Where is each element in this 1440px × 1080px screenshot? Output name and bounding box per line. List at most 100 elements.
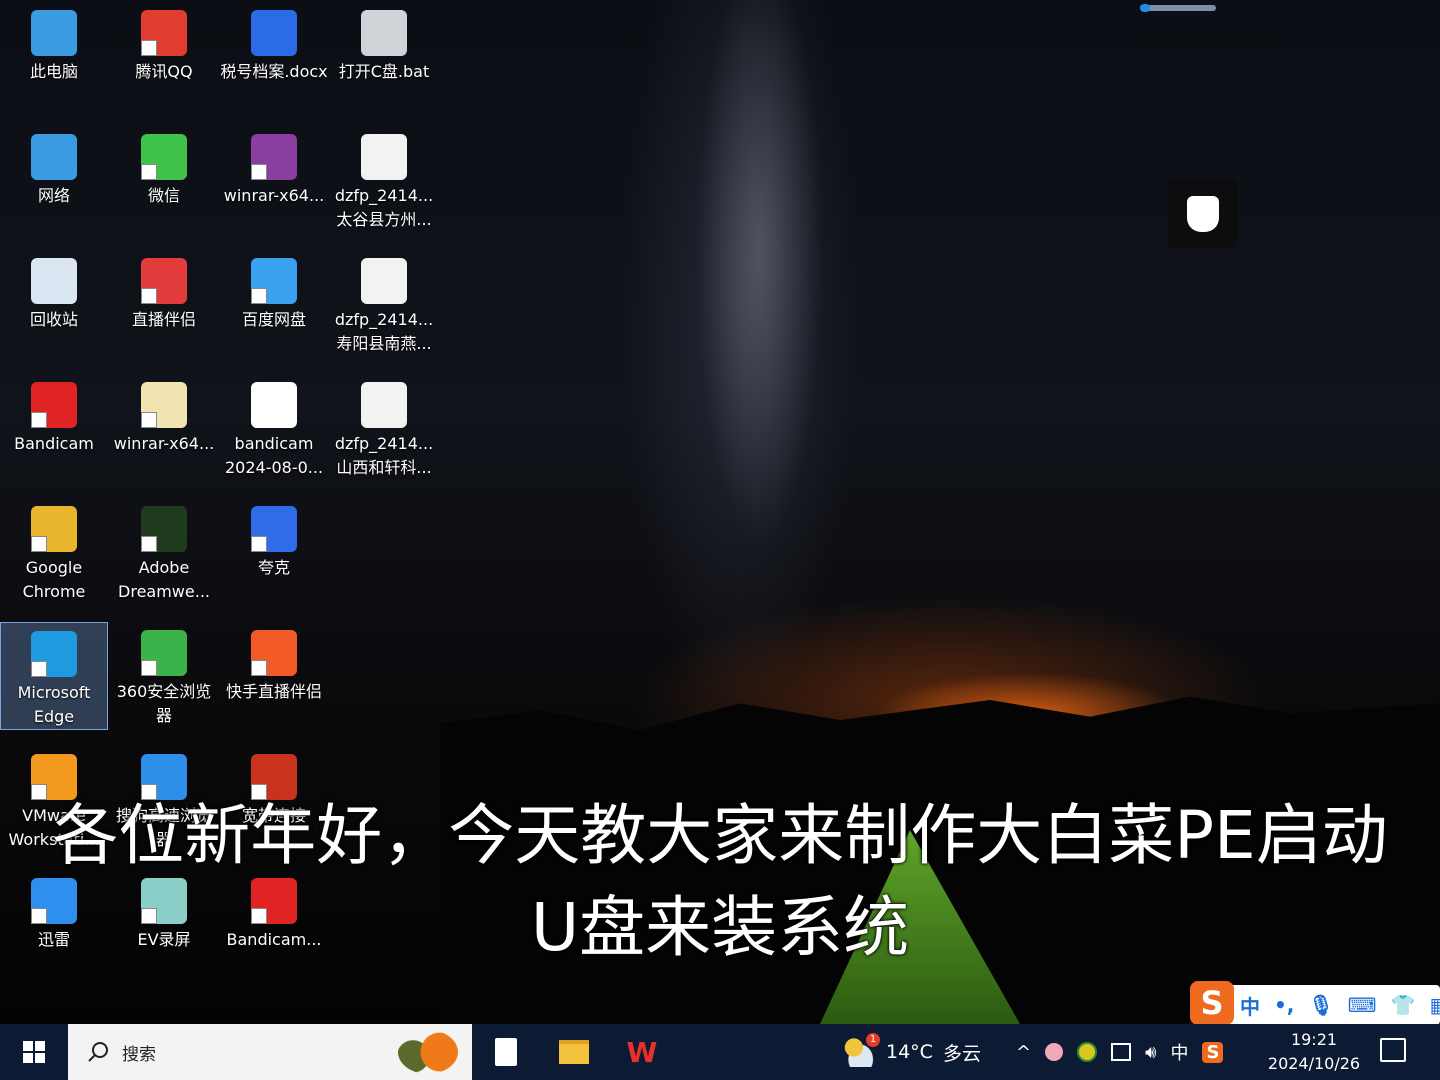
app-icon [361,258,407,304]
desktop-icon-label: 直播伴侣 [131,310,196,329]
sogou-logo-icon[interactable]: S [1190,981,1234,1024]
desktop-icon-label: Adobe Dreamwe... [118,558,210,601]
desktop-icon-label: dzfp_2414...太谷县方州... [334,186,434,229]
desktop-icon[interactable]: 回收站 [0,250,108,332]
desktop-icon[interactable]: 腾讯QQ [110,2,218,84]
clock-date: 2024/10/26 [1267,1054,1361,1073]
desktop-icon[interactable]: 直播伴侣 [110,250,218,332]
volume-slider[interactable] [1140,4,1216,12]
desktop-icon-label: 360安全浏览器 [116,682,212,725]
taskbar: 搜索 W 1 14°C 多云 ^ 🔊︎ 中 S 19:21 2024/10/26 [0,1024,1440,1080]
desktop-icon[interactable]: winrar-x64... [220,126,328,208]
app-icon [251,258,297,304]
app-icon [31,506,77,552]
app-icon [251,134,297,180]
desktop-icon-label: winrar-x64... [223,186,325,205]
desktop-icon-label: bandicam 2024-08-0... [224,434,324,477]
desktop-icon-label: 此电脑 [29,62,78,81]
desktop-icon[interactable]: bandicam 2024-08-0... [220,374,328,480]
app-icon [31,134,77,180]
skin-icon[interactable]: 👕 [1391,993,1416,1017]
subtitle-line-1: 各位新年好，今天教大家来制作大白菜PE启动 [52,797,1388,874]
wps-icon: W [626,1035,658,1069]
weather-widget[interactable]: 1 14°C 多云 [842,1024,981,1080]
desktop-icon[interactable]: 打开C盘.bat [330,2,438,84]
taskbar-file-explorer[interactable] [540,1024,608,1080]
desktop-icon-label: 网络 [37,186,70,205]
search-icon [88,1042,108,1062]
desktop-icon[interactable]: Adobe Dreamwe... [110,498,218,604]
desktop-icon-label: 回收站 [29,310,78,329]
desktop-icon-label: Bandicam [14,434,94,453]
ime-mode-toggle[interactable]: 中 [1240,991,1260,1020]
desktop-icon[interactable]: 快手直播伴侣 [220,622,328,704]
ime-toolbar[interactable]: S 中 •, 🎙 ⌨ 👕 ▦ [1190,981,1440,1024]
pumpkin-doodle-icon [398,1030,458,1074]
app-icon [361,134,407,180]
desktop-icon[interactable]: 此电脑 [0,2,108,84]
mic-icon[interactable]: 🎙 [1308,993,1333,1017]
app-icon [141,10,187,56]
app-icon [251,10,297,56]
network-icon[interactable] [1111,1043,1132,1061]
apps-icon[interactable]: ▦ [1430,993,1440,1017]
start-button[interactable] [0,1024,68,1080]
file-icon [495,1038,517,1066]
desktop-icon[interactable]: dzfp_2414...太谷县方州... [330,126,438,232]
cloudy-weather-icon: 1 [842,1033,880,1067]
desktop-icon[interactable]: 360安全浏览器 [110,622,218,728]
desktop-icon-label: 腾讯QQ [135,62,193,81]
app-icon [31,631,77,677]
desktop-icon[interactable]: dzfp_2414...寿阳县南燕... [330,250,438,356]
desktop-icon-label: 夸克 [257,558,290,577]
app-icon [31,10,77,56]
360-tray-icon[interactable] [1077,1042,1098,1062]
taskbar-file-app[interactable] [472,1024,540,1080]
system-tray: ^ 🔊︎ 中 S [1016,1024,1224,1080]
notification-center-icon[interactable] [1380,1038,1406,1062]
desktop-icon-label: 微信 [147,186,180,205]
sogou-tray-icon[interactable]: S [1202,1041,1224,1063]
usb-drive-widget[interactable] [1168,178,1238,248]
app-icon [361,382,407,428]
desktop-icon-label: Google Chrome [22,558,86,601]
slider-thumb[interactable] [1140,4,1150,12]
app-icon [31,382,77,428]
taskbar-search-box[interactable]: 搜索 [68,1024,472,1080]
input-language-indicator[interactable]: 中 [1170,1039,1188,1065]
ime-punct-toggle[interactable]: •, [1274,993,1294,1017]
desktop-icon-label: 快手直播伴侣 [225,682,322,701]
clock-time: 19:21 [1290,1030,1338,1049]
desktop-icon-label: dzfp_2414...寿阳县南燕... [334,310,434,353]
desktop-icon-label: 税号档案.docx [220,62,328,81]
desktop-icon[interactable]: 百度网盘 [220,250,328,332]
app-icon [141,258,187,304]
keyboard-icon[interactable]: ⌨ [1348,993,1377,1017]
desktop-icon[interactable]: Microsoft Edge [0,622,108,730]
subtitle-line-2: U盘来装系统 [530,889,910,966]
desktop: 此电脑 腾讯QQ 税号档案.docx 打开C盘.bat 网络 微信 winrar-x64..… [0,0,1440,1024]
clock[interactable]: 19:21 2024/10/26 [1262,1028,1366,1076]
show-hidden-icons-chevron[interactable]: ^ [1016,1042,1031,1063]
app-icon [141,630,187,676]
weather-badge: 1 [866,1033,880,1047]
app-icon [31,258,77,304]
desktop-icon-label: Microsoft Edge [17,683,91,726]
desktop-icon[interactable]: Google Chrome [0,498,108,604]
app-icon [251,382,297,428]
weather-condition: 多云 [942,1042,981,1065]
desktop-icon[interactable]: winrar-x64... [110,374,218,456]
desktop-icon[interactable]: dzfp_2414...山西和轩科... [330,374,438,480]
desktop-icon[interactable]: 网络 [0,126,108,208]
flower-app-icon[interactable] [1045,1043,1064,1061]
folder-icon [559,1040,589,1064]
app-icon [141,506,187,552]
taskbar-wps[interactable]: W [608,1024,676,1080]
desktop-icon[interactable]: Bandicam [0,374,108,456]
windows-icon [23,1041,45,1063]
desktop-icon[interactable]: 税号档案.docx [220,2,328,84]
volume-icon[interactable]: 🔊︎ [1145,1042,1156,1063]
desktop-icon[interactable]: 微信 [110,126,218,208]
desktop-icon[interactable]: 夸克 [220,498,328,580]
video-subtitle: 各位新年好，今天教大家来制作大白菜PE启动 U盘来装系统 [0,790,1440,974]
